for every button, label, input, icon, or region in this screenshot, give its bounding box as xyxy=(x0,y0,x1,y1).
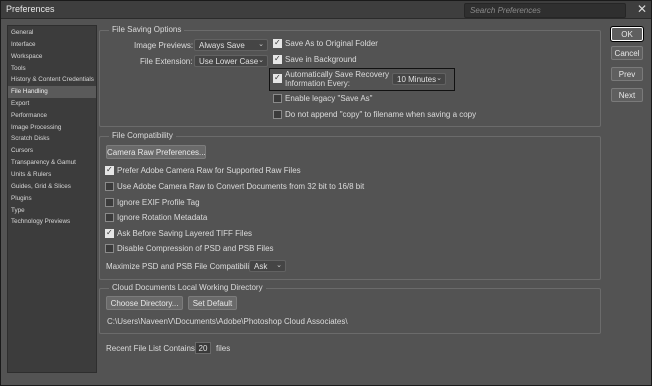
sidebar-item-transparency[interactable]: Transparency & Gamut xyxy=(8,157,96,169)
recent-files-input[interactable]: 20 xyxy=(195,342,211,354)
set-default-button[interactable]: Set Default xyxy=(188,296,237,310)
use-acr-convert-checkbox[interactable] xyxy=(105,182,114,191)
sidebar-item-guides[interactable]: Guides, Grid & Slices xyxy=(8,181,96,193)
use-acr-convert-label: Use Adobe Camera Raw to Convert Document… xyxy=(117,182,365,191)
sidebar-item-technology-previews[interactable]: Technology Previews xyxy=(8,216,96,228)
sidebar-item-interface[interactable]: Interface xyxy=(8,39,96,51)
search-placeholder: Search Preferences xyxy=(470,6,541,15)
image-previews-value: Always Save xyxy=(199,41,245,50)
save-original-folder-checkbox[interactable] xyxy=(273,38,282,48)
save-background-checkbox[interactable] xyxy=(273,54,282,64)
ignore-exif-label: Ignore EXIF Profile Tag xyxy=(117,198,200,207)
ignore-exif-checkbox[interactable] xyxy=(105,198,114,207)
sidebar-item-workspace[interactable]: Workspace xyxy=(8,51,96,63)
close-icon[interactable]: ✕ xyxy=(633,1,651,18)
choose-directory-button[interactable]: Choose Directory... xyxy=(106,296,183,310)
chevron-down-icon: ⌄ xyxy=(436,75,442,82)
auto-save-checkbox[interactable] xyxy=(273,73,282,83)
sidebar-item-units-rulers[interactable]: Units & Rulers xyxy=(8,169,96,181)
maximize-compat-value: Ask xyxy=(254,262,268,271)
auto-save-interval-value: 10 Minutes xyxy=(397,75,437,84)
disable-compression-label: Disable Compression of PSD and PSB Files xyxy=(117,244,274,253)
cloud-directory-path: C:\Users\NaveenV\Documents\Adobe\Photosh… xyxy=(107,317,348,326)
ignore-rotation-checkbox[interactable] xyxy=(105,213,114,222)
ask-tiff-checkbox[interactable] xyxy=(105,228,114,238)
prefer-acr-label: Prefer Adobe Camera Raw for Supported Ra… xyxy=(117,166,301,175)
cloud-docs-legend: Cloud Documents Local Working Directory xyxy=(109,283,266,292)
recent-files-suffix: files xyxy=(216,344,231,353)
search-input[interactable]: Search Preferences xyxy=(464,3,626,18)
maximize-compat-select[interactable]: Ask ⌄ xyxy=(249,260,286,272)
file-compat-legend: File Compatibility xyxy=(109,131,176,140)
disable-compression-checkbox[interactable] xyxy=(105,244,114,253)
file-extension-value: Use Lower Case xyxy=(199,57,259,66)
cloud-docs-group xyxy=(99,288,601,334)
file-extension-label: File Extension: xyxy=(140,57,193,66)
legacy-save-as-label: Enable legacy "Save As" xyxy=(285,94,373,103)
sidebar-item-performance[interactable]: Performance xyxy=(8,110,96,122)
ok-button[interactable]: OK xyxy=(610,26,644,42)
maximize-compat-label: Maximize PSD and PSB File Compatibility: xyxy=(106,262,258,271)
sidebar-item-file-handling[interactable]: File Handling xyxy=(8,86,96,98)
save-background-label: Save in Background xyxy=(285,55,357,64)
image-previews-select[interactable]: Always Save ⌄ xyxy=(194,39,268,51)
no-copy-checkbox[interactable] xyxy=(273,110,282,119)
sidebar-item-export[interactable]: Export xyxy=(8,98,96,110)
sidebar-item-cursors[interactable]: Cursors xyxy=(8,145,96,157)
window-title: Preferences xyxy=(6,4,55,14)
sidebar-item-plugins[interactable]: Plugins xyxy=(8,193,96,205)
auto-save-label-line1: Automatically Save Recovery xyxy=(285,70,390,79)
prefer-acr-checkbox[interactable] xyxy=(105,165,114,175)
save-original-folder-label: Save As to Original Folder xyxy=(285,39,378,48)
chevron-down-icon: ⌄ xyxy=(258,41,264,48)
next-button[interactable]: Next xyxy=(611,88,643,102)
file-extension-select[interactable]: Use Lower Case ⌄ xyxy=(194,55,268,67)
cancel-button[interactable]: Cancel xyxy=(611,46,643,60)
camera-raw-preferences-button[interactable]: Camera Raw Preferences... xyxy=(106,145,206,159)
legacy-save-as-checkbox[interactable] xyxy=(273,94,282,103)
file-saving-legend: File Saving Options xyxy=(109,25,185,34)
ask-tiff-label: Ask Before Saving Layered TIFF Files xyxy=(117,229,253,238)
image-previews-label: Image Previews: xyxy=(134,41,194,50)
sidebar-item-general[interactable]: General xyxy=(8,27,96,39)
title-bar: Preferences Search Preferences ✕ xyxy=(1,1,651,19)
recent-files-label: Recent File List Contains: xyxy=(106,344,198,353)
chevron-down-icon: ⌄ xyxy=(258,57,264,64)
sidebar-item-history[interactable]: History & Content Credentials xyxy=(8,74,96,86)
auto-save-label-line2: Information Every: xyxy=(285,79,350,88)
sidebar-item-scratch-disks[interactable]: Scratch Disks xyxy=(8,133,96,145)
ignore-rotation-label: Ignore Rotation Metadata xyxy=(117,213,208,222)
chevron-down-icon: ⌄ xyxy=(276,262,282,269)
auto-save-interval-select[interactable]: 10 Minutes ⌄ xyxy=(392,73,446,85)
no-copy-label: Do not append "copy" to filename when sa… xyxy=(285,110,477,119)
sidebar: General Interface Workspace Tools Histor… xyxy=(7,25,97,373)
prev-button[interactable]: Prev xyxy=(611,67,643,81)
